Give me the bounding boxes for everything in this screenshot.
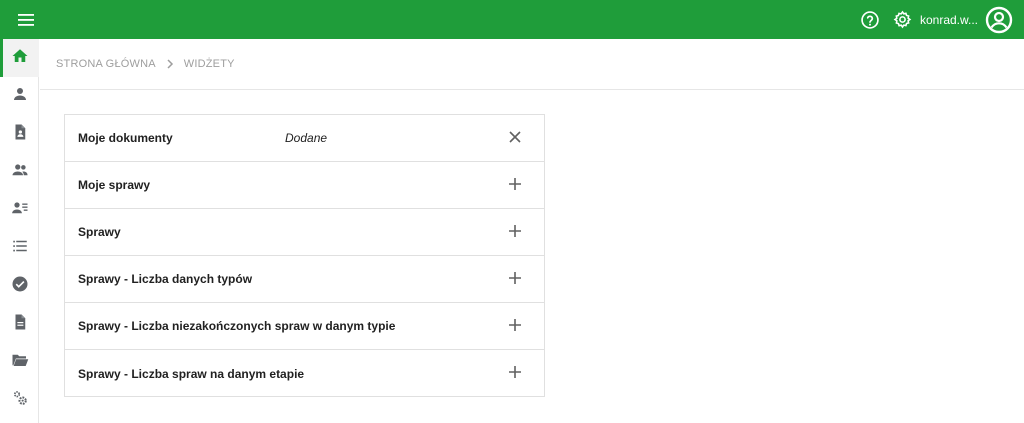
breadcrumb-item-home[interactable]: STRONA GŁÓWNA [56, 58, 156, 70]
help-circle-icon[interactable] [858, 8, 882, 32]
account-circle-icon[interactable] [984, 5, 1014, 35]
widget-list: Moje dokumenty Dodane Moje sprawy Sprawy… [64, 114, 545, 397]
add-widget-button[interactable] [504, 316, 526, 338]
plus-icon [509, 271, 521, 289]
widget-row: Moje sprawy [65, 162, 544, 209]
widget-title: Moje dokumenty [78, 131, 173, 145]
add-widget-button[interactable] [504, 269, 526, 291]
user-name[interactable]: konrad.w... [920, 13, 978, 27]
breadcrumb: STRONA GŁÓWNA WIDŻETY [40, 39, 1024, 90]
sidebar-item-person[interactable] [0, 77, 39, 115]
person-icon [11, 85, 29, 108]
sidebar-item-settings[interactable] [0, 381, 39, 419]
sidebar-item-person-list[interactable] [0, 191, 39, 229]
plus-icon [509, 177, 521, 195]
add-widget-button[interactable] [504, 175, 526, 197]
sidebar-item-contact-document[interactable] [0, 115, 39, 153]
sidebar-item-list[interactable] [0, 229, 39, 267]
folder-open-icon [11, 351, 29, 374]
contact-document-icon [11, 123, 29, 146]
document-icon [11, 313, 29, 336]
top-bar-actions: konrad.w... [858, 0, 1014, 39]
people-icon [11, 161, 29, 184]
add-widget-button[interactable] [504, 222, 526, 244]
hamburger-menu-icon[interactable] [14, 8, 38, 32]
remove-widget-button[interactable] [504, 128, 526, 150]
add-widget-button[interactable] [504, 363, 526, 385]
widget-status: Dodane [285, 131, 328, 145]
sidebar-item-home[interactable] [0, 39, 39, 77]
sidebar-nav [0, 39, 39, 423]
plus-icon [509, 224, 521, 242]
plus-icon [509, 318, 521, 336]
sidebar-item-document[interactable] [0, 305, 39, 343]
widget-title: Sprawy - Liczba niezakończonych spraw w … [78, 319, 396, 333]
home-icon [11, 47, 29, 70]
top-app-bar: konrad.w... [0, 0, 1024, 39]
check-circle-icon [11, 275, 29, 298]
plus-icon [509, 365, 521, 383]
sidebar-item-folder[interactable] [0, 343, 39, 381]
widget-title: Moje sprawy [78, 178, 151, 192]
widget-row: Moje dokumenty Dodane [65, 115, 544, 162]
widget-row: Sprawy [65, 209, 544, 256]
widget-title: Sprawy [78, 225, 121, 239]
gear-icon[interactable] [892, 9, 914, 31]
close-icon [509, 130, 521, 148]
person-list-icon [11, 199, 29, 222]
chevron-right-icon [166, 59, 174, 69]
widget-row: Sprawy - Liczba spraw na danym etapie [65, 350, 544, 397]
widget-row: Sprawy - Liczba niezakończonych spraw w … [65, 303, 544, 350]
settings-cogs-icon [11, 389, 29, 412]
list-icon [11, 237, 29, 260]
widget-row: Sprawy - Liczba danych typów [65, 256, 544, 303]
widget-title: Sprawy - Liczba danych typów [78, 272, 253, 286]
breadcrumb-item-widgets: WIDŻETY [183, 58, 235, 70]
sidebar-item-check[interactable] [0, 267, 39, 305]
widget-title: Sprawy - Liczba spraw na danym etapie [78, 366, 305, 381]
sidebar-item-people[interactable] [0, 153, 39, 191]
